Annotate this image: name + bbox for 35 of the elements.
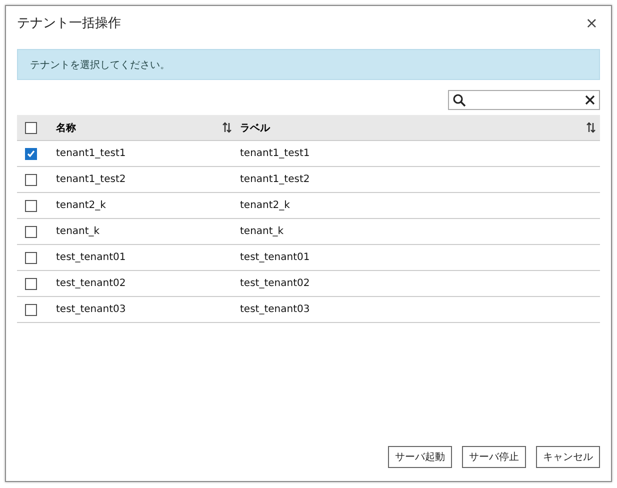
checkbox[interactable] bbox=[25, 174, 37, 186]
table-cell-text: tenant2_k bbox=[56, 200, 107, 211]
checkbox[interactable] bbox=[25, 278, 37, 290]
info-message: テナントを選択してください。 bbox=[17, 49, 600, 80]
table-cell-text: test_tenant01 bbox=[240, 252, 311, 263]
table-cell-text: tenant1_test2 bbox=[240, 174, 311, 185]
column-header[interactable]: 名称 bbox=[56, 120, 222, 134]
table-cell-text: tenant1_test1 bbox=[56, 148, 127, 159]
checkbox[interactable] bbox=[25, 304, 37, 316]
table-cell-text: tenant1_test1 bbox=[240, 148, 311, 159]
checkbox[interactable] bbox=[25, 200, 37, 212]
checkbox[interactable] bbox=[25, 226, 37, 238]
search-icon bbox=[453, 94, 466, 106]
column-header[interactable]: ラベル bbox=[240, 120, 586, 134]
checkbox[interactable] bbox=[25, 122, 37, 134]
sort-icon[interactable] bbox=[586, 122, 596, 133]
table-cell-text: test_tenant02 bbox=[56, 278, 127, 289]
action-button[interactable]: サーバ起動 bbox=[388, 446, 452, 468]
table-cell-text: tenant1_test2 bbox=[56, 174, 127, 185]
action-button[interactable]: サーバ停止 bbox=[462, 446, 526, 468]
sort-icon[interactable] bbox=[222, 122, 232, 133]
table-cell-text: tenant_k bbox=[240, 226, 285, 237]
table-cell-text: test_tenant03 bbox=[56, 304, 127, 315]
search-field[interactable] bbox=[448, 90, 600, 110]
close-button[interactable]: × bbox=[583, 14, 600, 32]
table-cell-text: tenant_k bbox=[56, 226, 101, 237]
table-cell-text: test_tenant02 bbox=[240, 278, 311, 289]
action-button[interactable]: キャンセル bbox=[536, 446, 600, 468]
dialog-title: テナント一括操作 bbox=[17, 15, 121, 32]
clear-icon[interactable] bbox=[585, 95, 595, 105]
checkbox[interactable] bbox=[25, 252, 37, 264]
checkbox[interactable] bbox=[25, 148, 37, 160]
table-cell-text: test_tenant01 bbox=[56, 252, 127, 263]
table-cell-text: tenant2_k bbox=[240, 200, 291, 211]
table-cell-text: test_tenant03 bbox=[240, 304, 311, 315]
